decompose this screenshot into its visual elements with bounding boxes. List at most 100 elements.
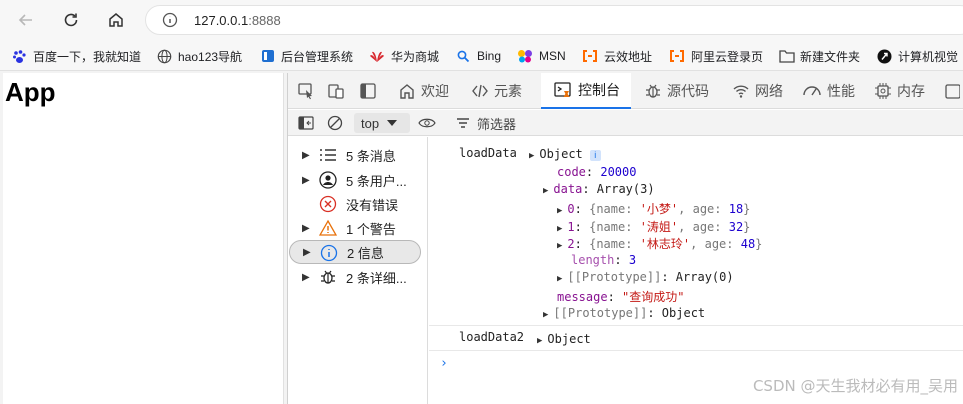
- bookmark-hao123[interactable]: hao123导航: [157, 48, 242, 64]
- prop-length: length: 3: [571, 253, 637, 267]
- back-button[interactable]: [14, 8, 38, 32]
- list-icon: [319, 146, 337, 164]
- sidebar-toggle-button[interactable]: [359, 73, 382, 109]
- expand-arrow-icon[interactable]: ▶: [557, 274, 562, 284]
- expand-arrow-icon[interactable]: ▶: [557, 241, 562, 251]
- item-index: 0: [567, 202, 575, 216]
- tab-network[interactable]: 网络: [732, 73, 783, 109]
- huawei-logo-icon: [370, 51, 384, 62]
- bookmark-admin[interactable]: 后台管理系统: [261, 48, 353, 64]
- inspect-button[interactable]: [297, 73, 320, 109]
- admin-icon: [262, 50, 274, 62]
- context-value: top: [361, 115, 380, 131]
- tab-console[interactable]: 控制台: [541, 73, 631, 109]
- live-expression-button[interactable]: [418, 114, 436, 132]
- tab-elements[interactable]: 元素: [471, 73, 522, 109]
- url-text: 127.0.0.1:8888: [194, 13, 281, 28]
- item-age: 32: [728, 220, 744, 234]
- globe-icon: [157, 49, 172, 63]
- object-summary[interactable]: ▶ Object i: [529, 147, 601, 161]
- bookmark-cv[interactable]: 计算机视觉: [877, 48, 958, 64]
- prompt-chevron-icon: ›: [440, 356, 448, 371]
- watermark: CSDN @天生我材必有用_吴用: [752, 377, 958, 395]
- console-sidebar-toggle[interactable]: [297, 114, 315, 132]
- bug-icon: [319, 268, 337, 286]
- inspect-icon: [298, 83, 312, 100]
- tab-sources[interactable]: 源代码: [644, 73, 709, 109]
- reload-button[interactable]: [59, 8, 83, 32]
- chip-icon: [875, 83, 891, 99]
- object-summary[interactable]: ▶ Object: [537, 332, 591, 346]
- tab-welcome[interactable]: 欢迎: [398, 73, 449, 109]
- eye-icon: [418, 118, 436, 128]
- expand-arrow-icon[interactable]: ▶: [302, 223, 310, 234]
- item-index: 1: [567, 220, 575, 234]
- sidebar-item-verbose[interactable]: ▶ 2 条详细...: [288, 265, 422, 289]
- sidebar-item-messages[interactable]: ▶ 5 条消息: [288, 143, 422, 167]
- bookmark-bing[interactable]: Bing: [457, 48, 501, 64]
- prop-object-prototype[interactable]: ▶ [[Prototype]]: Object: [543, 306, 705, 320]
- item-name: '小梦': [639, 202, 679, 216]
- prop-value: Object: [661, 306, 706, 320]
- devtools-panel: 欢迎 元素 控制台 源代码 网络 性能 内存 top 筛选器 ▶ 5 条消息 ▶…: [287, 73, 963, 404]
- console-prompt[interactable]: ›: [440, 356, 448, 371]
- tab-label: 网络: [755, 83, 783, 99]
- tab-label: 源代码: [667, 83, 709, 99]
- sidebar-item-errors[interactable]: 没有错误: [288, 192, 422, 216]
- array-item[interactable]: ▶ 0: {name: '小梦', age: 18}: [557, 200, 750, 217]
- bookmark-label: 新建文件夹: [800, 49, 861, 64]
- prop-array-prototype[interactable]: ▶ [[Prototype]]: Array(0): [557, 270, 734, 284]
- prop-data[interactable]: ▶ data: Array(3): [543, 182, 655, 196]
- more-panels-button[interactable]: [944, 73, 963, 109]
- address-bar[interactable]: 127.0.0.1:8888: [145, 5, 963, 35]
- expand-arrow-icon[interactable]: ▶: [537, 336, 542, 346]
- console-filter[interactable]: 筛选器: [456, 114, 516, 132]
- tab-performance[interactable]: 性能: [802, 73, 855, 109]
- prop-value: 3: [628, 253, 637, 267]
- code-icon: [472, 84, 488, 98]
- bookmark-msn[interactable]: MSN: [517, 48, 566, 64]
- expand-arrow-icon[interactable]: ▶: [302, 272, 310, 283]
- sidebar-item-info[interactable]: ▶ 2 信息: [289, 240, 421, 264]
- expand-arrow-icon[interactable]: ▶: [557, 206, 562, 216]
- context-selector[interactable]: top: [354, 113, 410, 133]
- folder-icon: [779, 50, 795, 63]
- info-badge-icon[interactable]: i: [589, 150, 601, 161]
- home-button[interactable]: [104, 8, 128, 32]
- clear-console-button[interactable]: [326, 114, 344, 132]
- bookmark-huawei[interactable]: 华为商城: [369, 48, 439, 64]
- home-icon: [400, 84, 414, 99]
- expand-arrow-icon[interactable]: ▶: [543, 186, 548, 196]
- page-viewport: App: [3, 73, 284, 404]
- caret-down-icon: [387, 120, 398, 126]
- bookmark-label: 华为商城: [391, 49, 440, 64]
- bookmark-label: Bing: [477, 49, 502, 63]
- prop-key: data: [553, 182, 583, 196]
- sidebar-item-warnings[interactable]: ▶ 1 个警告: [288, 216, 422, 240]
- expand-arrow-icon[interactable]: ▶: [529, 151, 534, 161]
- item-index: 2: [567, 237, 575, 251]
- expand-arrow-icon[interactable]: ▶: [302, 175, 310, 186]
- tab-label: 控制台: [578, 82, 620, 98]
- baidu-paw-icon: [13, 49, 26, 63]
- aliyun-bracket-icon: [670, 50, 684, 62]
- divider: [429, 350, 963, 351]
- expand-arrow-icon[interactable]: ▶: [302, 150, 310, 161]
- expand-arrow-icon[interactable]: ▶: [303, 247, 311, 258]
- bookmark-aliyun-login[interactable]: 阿里云登录页: [669, 48, 763, 64]
- device-toolbar-button[interactable]: [327, 73, 350, 109]
- bookmark-yunxiao[interactable]: 云效地址: [582, 48, 652, 64]
- tab-memory[interactable]: 内存: [874, 73, 925, 109]
- bookmark-baidu[interactable]: 百度一下，我就知道: [12, 48, 141, 64]
- console-icon: [554, 82, 571, 97]
- array-item[interactable]: ▶ 1: {name: '涛姐', age: 32}: [557, 218, 750, 235]
- array-item[interactable]: ▶ 2: {name: '林志玲', age: 48}: [557, 235, 762, 252]
- log-label: loadData2: [459, 330, 524, 344]
- bookmark-new-folder[interactable]: 新建文件夹: [779, 48, 860, 64]
- expand-arrow-icon[interactable]: ▶: [557, 224, 562, 234]
- sidebar-toggle-icon: [298, 116, 314, 130]
- expand-arrow-icon[interactable]: ▶: [543, 310, 548, 320]
- cv-logo-icon: [877, 49, 892, 63]
- panel-icon: [360, 83, 376, 99]
- sidebar-item-user-messages[interactable]: ▶ 5 条用户...: [288, 168, 422, 192]
